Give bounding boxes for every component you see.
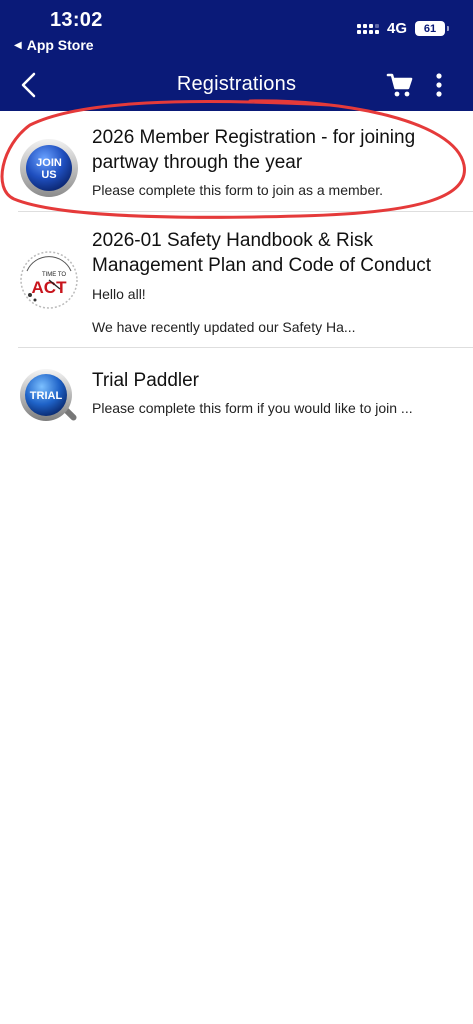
- back-to-app-store[interactable]: ◀ App Store: [14, 37, 94, 53]
- signal-icon: [356, 23, 379, 34]
- registration-description-continued: We have recently updated our Safety Ha..…: [92, 319, 356, 335]
- header-bar: 13:02 ◀ App Store 4G 61 Registrations: [0, 0, 473, 111]
- time-to-act-clock-icon: TIME TO ACT: [20, 251, 78, 309]
- back-to-app-label: App Store: [26, 37, 94, 53]
- battery-level: 61: [423, 22, 437, 35]
- registrations-list: JOIN US 2026 Member Registration - for j…: [0, 111, 473, 428]
- registration-title: 2026 Member Registration - for joining p…: [92, 127, 416, 173]
- battery-icon: 61: [415, 21, 449, 36]
- registration-description: Please complete this form to join as a m…: [92, 182, 384, 198]
- badge-text-us: US: [41, 169, 56, 181]
- registration-title: Trial Paddler: [92, 370, 200, 391]
- back-triangle-icon: ◀: [14, 39, 22, 51]
- badge-text-join: JOIN: [36, 157, 62, 169]
- status-indicators: 4G 61: [356, 20, 449, 37]
- network-type: 4G: [386, 20, 407, 37]
- badge-text-trial: TRIAL: [30, 390, 63, 402]
- list-item[interactable]: TRIAL Trial Paddler Please complete this…: [0, 348, 473, 428]
- join-us-badge-icon: JOIN US: [20, 139, 78, 197]
- registration-title: 2026-01 Safety Handbook & Risk Managemen…: [92, 230, 432, 276]
- trial-magnifier-badge-icon: TRIAL: [20, 369, 77, 421]
- list-item[interactable]: TIME TO ACT 2026-01 Safety Handbook & Ri…: [0, 212, 473, 348]
- registration-description: Please complete this form if you would l…: [92, 400, 413, 416]
- cart-icon[interactable]: [386, 71, 414, 99]
- status-time: 13:02: [50, 9, 103, 31]
- registration-description: Hello all!: [92, 286, 146, 302]
- registrations-screen: 13:02 ◀ App Store 4G 61 Registrations JO…: [0, 0, 473, 1024]
- list-item[interactable]: JOIN US 2026 Member Registration - for j…: [0, 111, 473, 212]
- more-vertical-icon[interactable]: [432, 72, 446, 98]
